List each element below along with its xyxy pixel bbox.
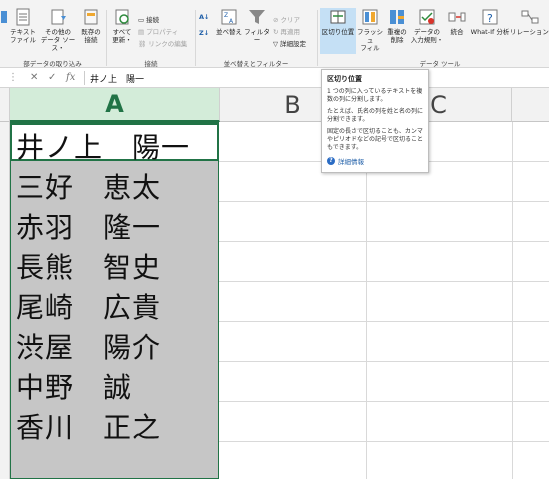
clear-button[interactable]: ⊘ クリア (273, 15, 300, 25)
tooltip-paragraph: 固定の長さで区切ることも、カンマやピリオドなどの記号で区切ることもできます。 (327, 128, 424, 151)
other-sources-icon (49, 8, 67, 26)
sort-za-button[interactable]: Z↓ (199, 28, 209, 38)
column-header-a[interactable]: A (10, 88, 220, 122)
more-icon: ⋮ (8, 72, 18, 83)
sort-button[interactable]: ZA 並べ替え (214, 8, 244, 54)
advanced-filter-icon: ▽ (273, 40, 278, 48)
group-label-data-tools: データ ツール (419, 60, 461, 68)
consolidate-button[interactable]: 統合 (444, 8, 470, 54)
group-label-external-data: 部データの取り込み (23, 60, 82, 68)
filter-button[interactable]: フィルター (244, 8, 270, 54)
svg-text:?: ? (487, 12, 493, 25)
refresh-icon (113, 8, 131, 26)
funnel-icon (248, 8, 266, 26)
what-if-icon: ? (481, 8, 499, 26)
sort-az-icon: A↓ (199, 13, 210, 21)
consolidate-icon (448, 8, 466, 26)
relationships-button[interactable]: リレーションシ (510, 8, 549, 54)
gridline (512, 122, 513, 479)
connections-icon: ▭ (138, 16, 145, 24)
ribbon: テキスト ファイル その他の データ ソース・ 既存の 接続 部データの取り込み… (0, 6, 549, 68)
cell-a8[interactable]: 香川 正之 (16, 406, 161, 446)
relationships-icon (521, 8, 539, 26)
properties-icon: ▤ (138, 28, 145, 36)
data-validation-label: データの 入力規則・ (410, 28, 444, 44)
cell-a6[interactable]: 渋屋 陽介 (16, 326, 161, 366)
ribbon-separator (317, 10, 318, 66)
ribbon-separator (106, 10, 107, 66)
svg-text:Z: Z (224, 12, 228, 19)
help-icon: ? (327, 157, 335, 165)
ribbon-separator (195, 10, 196, 66)
properties-button[interactable]: ▤ プロパティ (138, 27, 178, 37)
select-all-corner[interactable] (0, 88, 10, 122)
tooltip-more-info-link[interactable]: ? 詳細情報 (327, 156, 423, 166)
column-header-d[interactable] (512, 88, 549, 122)
flash-fill-button[interactable]: フラッシュ フィル (356, 8, 384, 54)
cell-a5[interactable]: 尾崎 広貴 (16, 286, 161, 326)
flash-fill-icon (361, 8, 379, 26)
advanced-filter-button[interactable]: ▽ 詳細設定 (273, 39, 306, 49)
existing-connections-icon (82, 8, 100, 26)
data-validation-button[interactable]: データの 入力規則・ (410, 8, 444, 54)
sort-label: 並べ替え (216, 28, 242, 36)
sort-icon: ZA (220, 8, 238, 26)
other-sources-button[interactable]: その他の データ ソース・ (38, 8, 78, 54)
what-if-label: What-If 分析 (470, 28, 510, 36)
what-if-button[interactable]: ? What-If 分析 (470, 8, 510, 54)
sort-za-icon: Z↓ (199, 29, 210, 37)
existing-connections-label: 既存の 接続 (81, 28, 101, 44)
reapply-icon: ↻ (273, 28, 279, 36)
cell-a4[interactable]: 長熊 智史 (16, 246, 161, 286)
cell-a3[interactable]: 赤羽 隆一 (16, 206, 161, 246)
remove-duplicates-label: 重複の 削除 (387, 28, 407, 44)
worksheet-grid[interactable]: A B C 井ノ上 陽一 三好 恵太 赤羽 隆一 長熊 智史 尾崎 広貴 渋屋 … (0, 88, 549, 479)
relationships-label: リレーションシ (510, 28, 549, 36)
formula-divider (84, 71, 85, 85)
reapply-button[interactable]: ↻ 再適用 (273, 27, 300, 37)
refresh-all-button[interactable]: すべて 更新・ (110, 8, 134, 54)
gridline (366, 122, 367, 479)
group-label-sort-filter: 並べ替えとフィルター (223, 60, 289, 68)
remove-duplicates-button[interactable]: 重複の 削除 (384, 8, 410, 54)
cell-a2[interactable]: 三好 恵太 (16, 166, 161, 206)
connections-button[interactable]: ▭ 接続 (138, 15, 159, 25)
from-web-button[interactable] (0, 8, 8, 54)
tooltip-paragraph: 1 つの列に入っているテキストを複数の列に分割します。 (327, 88, 423, 103)
tooltip-title: 区切り位置 (327, 75, 362, 83)
refresh-all-label: すべて 更新・ (112, 28, 132, 44)
text-file-label: テキスト ファイル (10, 28, 36, 44)
flash-fill-label: フラッシュ フィル (357, 28, 383, 52)
insert-function-icon[interactable]: fx (66, 72, 75, 83)
text-to-columns-label: 区切り位置 (321, 28, 355, 36)
remove-duplicates-icon (388, 8, 406, 26)
enter-icon[interactable]: ✓ (48, 72, 56, 83)
text-to-columns-icon (329, 8, 347, 26)
filter-label: フィルター (244, 28, 270, 44)
cancel-icon[interactable]: ✕ (30, 72, 38, 83)
formula-input[interactable]: 井ノ上 陽一 (90, 72, 144, 85)
text-file-button[interactable]: テキスト ファイル (10, 8, 36, 54)
clear-filter-icon: ⊘ (273, 16, 279, 24)
tooltip-paragraph: たとえば、氏名の列を姓と名の列に分割できます。 (327, 108, 424, 123)
edit-links-icon: ⛓ (138, 40, 147, 48)
cell-a7[interactable]: 中野 誠 (16, 366, 132, 406)
edit-links-button[interactable]: ⛓ リンクの編集 (138, 39, 187, 49)
consolidate-label: 統合 (450, 28, 464, 36)
data-validation-icon (418, 8, 436, 26)
row-headers[interactable] (0, 122, 10, 479)
formula-bar: ⋮ ✕ ✓ fx 井ノ上 陽一 (0, 68, 549, 88)
group-label-connections: 接続 (144, 60, 158, 68)
existing-connections-button[interactable]: 既存の 接続 (80, 8, 102, 54)
sort-az-button[interactable]: A↓ (199, 12, 209, 22)
text-to-columns-button[interactable]: 区切り位置 (320, 8, 356, 54)
other-sources-label: その他の データ ソース・ (40, 28, 76, 52)
text-file-icon (14, 8, 32, 26)
text-to-columns-tooltip: 区切り位置 1 つの列に入っているテキストを複数の列に分割します。 たとえば、氏… (321, 69, 429, 173)
web-icon (1, 8, 7, 26)
cell-a1[interactable]: 井ノ上 陽一 (16, 126, 190, 166)
